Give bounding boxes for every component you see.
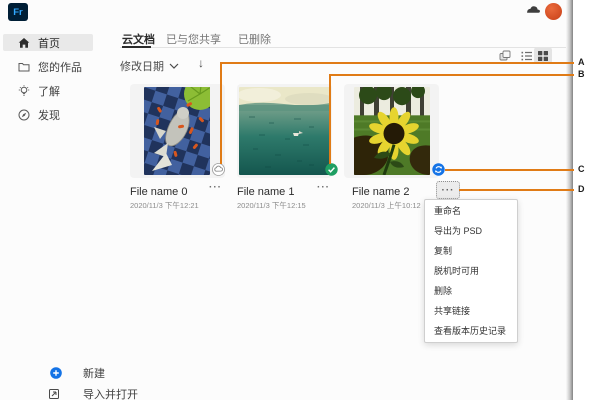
file-menu-dots[interactable]: ··· — [209, 182, 222, 193]
active-tab-underline — [122, 46, 151, 48]
file-thumbnail-ocean[interactable] — [239, 87, 330, 175]
menu-item-available-offline[interactable]: 脱机时可用 — [425, 261, 517, 281]
callout-line-b — [329, 74, 574, 76]
home-icon — [18, 37, 30, 49]
list-view-icon[interactable] — [521, 50, 533, 62]
app-window: Fr 首页 您的作品 了解 — [0, 0, 566, 400]
callout-line-b — [329, 74, 331, 164]
callout-line-a — [220, 62, 574, 64]
file-thumbnail-sunflower[interactable] — [354, 87, 430, 175]
file-context-menu: 重命名 导出为 PSD 复制 脱机时可用 删除 共享链接 查看版本历史记录 — [424, 199, 518, 343]
sidebar-item-discover[interactable]: 发现 — [0, 106, 105, 123]
sidebar-item-label: 发现 — [38, 107, 60, 123]
user-avatar[interactable] — [545, 3, 562, 20]
chevron-down-icon[interactable] — [169, 63, 179, 69]
callout-line-a — [220, 62, 222, 164]
sidebar-item-learn[interactable]: 了解 — [0, 82, 105, 99]
synced-check-status-icon — [325, 163, 338, 176]
screenshot: Fr 首页 您的作品 了解 — [0, 0, 600, 400]
new-document-label: 新建 — [83, 365, 105, 381]
sidebar-item-label: 您的作品 — [38, 59, 82, 75]
sidebar-item-home[interactable]: 首页 — [0, 34, 105, 51]
file-date: 2020/11/3 下午12:21 — [130, 200, 199, 211]
grid-view-icon[interactable] — [537, 50, 549, 62]
folder-icon — [18, 61, 30, 73]
file-thumbnail-koi[interactable] — [144, 87, 210, 175]
file-name: File name 0 — [130, 186, 187, 198]
sidebar-item-your-work[interactable]: 您的作品 — [0, 58, 105, 75]
callout-label-b: B — [578, 69, 585, 79]
compass-icon — [18, 109, 30, 121]
sidebar-item-label: 首页 — [38, 35, 60, 51]
callout-label-d: D — [578, 184, 585, 194]
window-edge-scrollbar[interactable] — [566, 0, 573, 400]
new-document-button[interactable]: 新建 — [0, 364, 160, 381]
menu-item-rename[interactable]: 重命名 — [425, 201, 517, 221]
sidebar-item-label: 了解 — [38, 83, 60, 99]
file-name: File name 2 — [352, 186, 409, 198]
callout-label-a: A — [578, 57, 585, 67]
callout-label-c: C — [578, 164, 585, 174]
import-icon — [48, 388, 60, 400]
sort-by-dropdown[interactable]: 修改日期 — [120, 58, 164, 74]
menu-item-export-psd[interactable]: 导出为 PSD — [425, 221, 517, 241]
cloud-only-status-icon — [212, 163, 225, 176]
tab-cloud-documents[interactable]: 云文档 — [122, 31, 155, 47]
fresco-app-logo: Fr — [8, 3, 28, 21]
cloud-sync-icon[interactable] — [526, 4, 541, 14]
canvas-view-icon[interactable] — [499, 50, 511, 62]
import-open-button[interactable]: 导入并打开 — [0, 385, 160, 400]
menu-item-delete[interactable]: 删除 — [425, 281, 517, 301]
file-menu-dots[interactable]: ··· — [317, 182, 330, 193]
menu-item-share-link[interactable]: 共享链接 — [425, 301, 517, 321]
sort-direction-button[interactable]: ↓ — [198, 56, 204, 70]
file-name: File name 1 — [237, 186, 294, 198]
syncing-status-icon — [432, 163, 445, 176]
menu-item-version-history[interactable]: 查看版本历史记录 — [425, 321, 517, 341]
callout-line-c — [445, 169, 574, 171]
file-date: 2020/11/3 下午12:15 — [237, 200, 306, 211]
callout-line-d — [459, 189, 574, 191]
plus-circle-icon — [50, 367, 62, 379]
tab-deleted[interactable]: 已删除 — [238, 31, 271, 47]
file-date: 2020/11/3 上午10:12 — [352, 200, 421, 211]
tab-shared-with-you[interactable]: 已与您共享 — [166, 31, 221, 47]
menu-item-duplicate[interactable]: 复制 — [425, 241, 517, 261]
import-open-label: 导入并打开 — [83, 386, 138, 400]
tabbar-divider — [120, 47, 566, 48]
file-menu-dots-button-active[interactable]: ··· — [436, 181, 460, 199]
lightbulb-icon — [18, 85, 30, 97]
